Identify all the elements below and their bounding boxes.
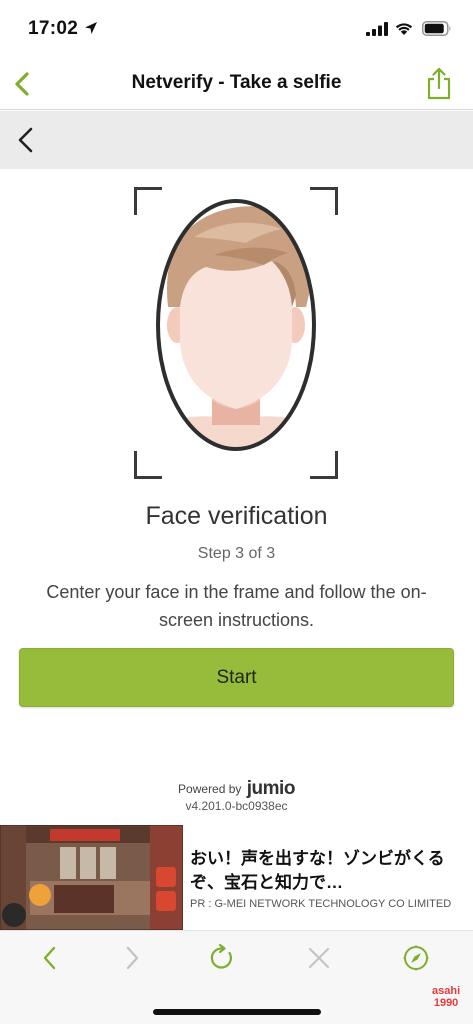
compass-icon[interactable] [401, 943, 431, 973]
ad-thumbnail[interactable] [0, 825, 183, 930]
close-icon[interactable] [304, 943, 334, 973]
status-bar: 17:02 [0, 0, 473, 58]
share-icon[interactable] [424, 66, 454, 100]
watermark: asahi 1990 [432, 985, 460, 1009]
wifi-icon [395, 23, 413, 35]
signal-icon [366, 22, 388, 36]
frame-corner-bottom-left [134, 451, 162, 479]
watermark-line2: 1990 [433, 997, 459, 1009]
nav-bar: Netverify - Take a selfie [0, 58, 473, 110]
home-indicator [153, 1009, 321, 1015]
section-title: Face verification [145, 502, 328, 530]
page-title: Netverify - Take a selfie [131, 72, 342, 93]
back-chevron-icon[interactable] [14, 125, 38, 155]
powered-by: Powered by jumio [0, 778, 473, 800]
watermark-line1: asahi [432, 985, 461, 997]
face-frame [134, 187, 338, 479]
ad-sponsor: PR : G-MEI NETWORK TECHNOLOGY CO LIMITED [190, 898, 452, 910]
location-arrow-icon [85, 22, 97, 34]
ad-headline[interactable]: おい！声を出すな！ゾンビがくるぞ、宝石と知力で… [190, 847, 465, 895]
instructions-text: Center your face in the frame and follow… [46, 582, 427, 630]
subpage-header [0, 111, 473, 169]
powered-by-label: Powered by [178, 782, 242, 796]
jumio-logo: jumio [246, 778, 296, 799]
battery-icon [422, 21, 451, 36]
ad-banner[interactable]: おい！声を出すな！ゾンビがくるぞ、宝石と知力で… PR : G-MEI NETW… [0, 825, 473, 930]
back-icon[interactable] [36, 943, 66, 973]
frame-corner-bottom-right [310, 451, 338, 479]
status-time: 17:02 [28, 18, 79, 39]
face-illustration [156, 199, 316, 451]
reload-icon[interactable] [207, 943, 237, 973]
version-label: v4.201.0-bc0938ec [185, 799, 288, 813]
start-button-label: Start [216, 666, 257, 688]
forward-icon[interactable] [116, 943, 146, 973]
start-button[interactable]: Start [19, 648, 454, 707]
step-indicator: Step 3 of 3 [197, 545, 276, 562]
